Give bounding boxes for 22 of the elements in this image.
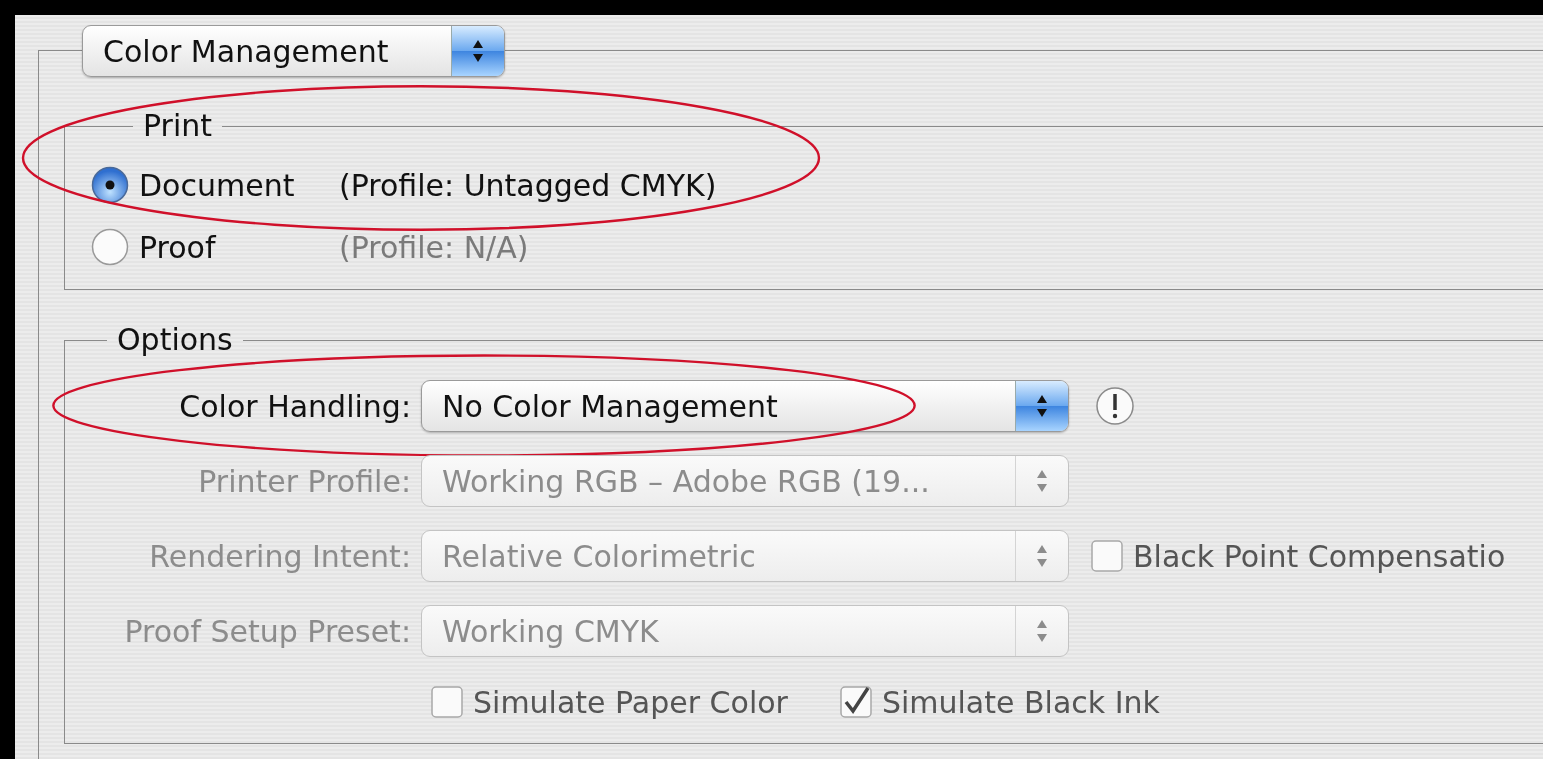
field-label: Rendering Intent: [148, 538, 411, 574]
alert-icon[interactable] [1095, 386, 1135, 426]
popup-menu[interactable]: Color Management [82, 25, 505, 77]
field-label: Proof Setup Preset: [123, 613, 411, 649]
radio-label: Proof [139, 229, 217, 265]
stepper-arrows-icon [1015, 381, 1068, 431]
radio-label: Document [139, 167, 296, 203]
checkbox[interactable] [839, 686, 872, 718]
profile-text: (Profile: Untagged CMYK) [339, 167, 717, 203]
checkbox-label: Simulate Paper Color [473, 684, 788, 720]
group-title: Options [116, 322, 234, 358]
radio-button[interactable] [91, 166, 129, 204]
radio-button[interactable] [91, 228, 129, 266]
checkbox[interactable] [431, 686, 463, 718]
stepper-arrows-icon [451, 26, 504, 76]
profile-text: (Profile: N/A) [339, 229, 529, 265]
checkbox-label: Black Point Compensatio [1133, 538, 1506, 574]
popup-menu[interactable]: No Color Management [421, 380, 1069, 432]
group-title: Print [142, 108, 213, 144]
field-label: Printer Profile: [197, 463, 411, 499]
field-label: Color Handling: [178, 388, 411, 424]
checkbox-label: Simulate Black Ink [881, 684, 1160, 720]
